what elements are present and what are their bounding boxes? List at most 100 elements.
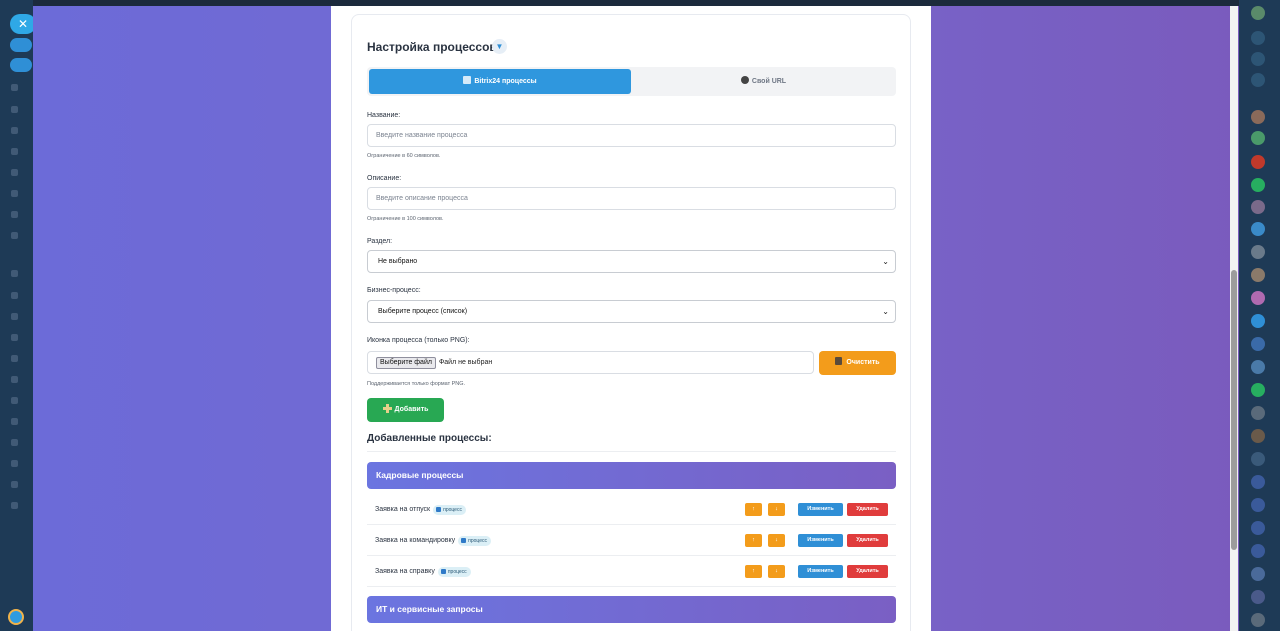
business-process-label: Бизнес-процесс: <box>367 287 421 294</box>
business-process-select[interactable]: Выберите процесс (список) ⌄ <box>367 300 896 323</box>
plus-icon <box>382 404 392 413</box>
avatar[interactable] <box>1251 245 1265 259</box>
sidebar-icon[interactable] <box>11 313 18 320</box>
settings-panel: Настройка процессов ▼ Bitrix24 процессы … <box>331 6 931 631</box>
sidebar-icon[interactable] <box>11 481 18 488</box>
sidebar-icon[interactable] <box>11 127 18 134</box>
name-hint: Ограничение в 60 символов. <box>367 153 441 159</box>
list-item: Заявка на справку процесс ↑ ↓ Изменить Уд… <box>367 556 896 587</box>
avatar[interactable] <box>1251 452 1265 466</box>
sidebar-icon[interactable] <box>11 460 18 467</box>
sidebar-icon[interactable] <box>11 418 18 425</box>
move-down-button[interactable]: ↓ <box>768 565 785 578</box>
sidebar-icon[interactable] <box>11 397 18 404</box>
section-label: Раздел: <box>367 238 393 245</box>
refresh-icon <box>463 76 472 84</box>
avatar[interactable] <box>8 609 24 625</box>
bell-icon[interactable] <box>1251 31 1265 45</box>
avatar[interactable] <box>1251 314 1265 328</box>
move-up-button[interactable]: ↑ <box>745 534 762 547</box>
avatar[interactable] <box>1251 521 1265 535</box>
sidebar-icon[interactable] <box>11 232 18 239</box>
edit-button[interactable]: Изменить <box>798 503 843 516</box>
sidebar-icon[interactable] <box>11 270 18 277</box>
move-up-button[interactable]: ↑ <box>745 565 762 578</box>
list-item: Заявка на отпуск процесс ↑ ↓ Изменить Уда… <box>367 494 896 525</box>
add-button[interactable]: Добавить <box>367 398 444 422</box>
file-status: Файл не выбран <box>438 359 493 366</box>
tab-custom-url[interactable]: Свой URL <box>633 69 894 94</box>
edit-button[interactable]: Изменить <box>798 565 843 578</box>
avatar[interactable] <box>1251 291 1265 305</box>
delete-button[interactable]: Удалить <box>847 534 888 547</box>
avatar[interactable] <box>1251 110 1265 124</box>
description-hint: Ограничение в 100 символов. <box>367 216 444 222</box>
scrollbar-thumb[interactable] <box>1231 270 1237 550</box>
process-badge: процесс <box>458 536 491 546</box>
delete-button[interactable]: Удалить <box>847 565 888 578</box>
clear-button[interactable]: Очистить <box>819 351 896 375</box>
sidebar-icon[interactable] <box>11 211 18 218</box>
avatar[interactable] <box>1251 544 1265 558</box>
chat-icon[interactable] <box>1251 73 1265 87</box>
avatar[interactable] <box>1251 178 1265 192</box>
section-select[interactable]: Не выбрано ⌄ <box>367 250 896 273</box>
group-header-it[interactable]: ИТ и сервисные запросы <box>367 596 896 623</box>
sidebar-icon[interactable] <box>11 292 18 299</box>
sidebar-icon[interactable] <box>11 106 18 113</box>
avatar[interactable] <box>1251 131 1265 145</box>
sidebar-icon[interactable] <box>11 439 18 446</box>
file-input[interactable]: Выберите файл Файл не выбран <box>367 351 814 374</box>
avatar[interactable] <box>1251 498 1265 512</box>
avatar[interactable] <box>1251 475 1265 489</box>
settings-icon[interactable] <box>1251 52 1265 66</box>
file-hint: Поддерживается только формат PNG. <box>367 381 466 387</box>
choose-file-button[interactable]: Выберите файл <box>376 357 436 369</box>
avatar[interactable] <box>1251 590 1265 604</box>
name-input[interactable]: Введите название процесса <box>367 124 896 147</box>
avatar[interactable] <box>1251 200 1265 214</box>
chevron-down-icon: ⌄ <box>882 307 889 316</box>
avatar[interactable] <box>1251 429 1265 443</box>
avatar[interactable] <box>1251 567 1265 581</box>
edit-icon[interactable] <box>10 38 32 52</box>
tab-bitrix24-processes[interactable]: Bitrix24 процессы <box>369 69 631 94</box>
avatar[interactable] <box>1251 6 1265 20</box>
external-link-icon[interactable] <box>10 58 32 72</box>
sidebar-icon[interactable] <box>11 169 18 176</box>
sidebar-icon[interactable] <box>11 376 18 383</box>
sidebar-icon[interactable] <box>11 84 18 91</box>
sidebar-icon[interactable] <box>11 334 18 341</box>
source-tabs: Bitrix24 процессы Свой URL <box>367 67 896 96</box>
sidebar-icon[interactable] <box>11 502 18 509</box>
settings-card: Настройка процессов ▼ Bitrix24 процессы … <box>351 14 911 631</box>
process-icon-label: Иконка процесса (только PNG): <box>367 337 470 344</box>
avatar[interactable] <box>1251 360 1265 374</box>
description-input[interactable]: Введите описание процесса <box>367 187 896 210</box>
avatar[interactable] <box>1251 406 1265 420</box>
move-down-button[interactable]: ↓ <box>768 534 785 547</box>
sidebar-icon[interactable] <box>11 355 18 362</box>
section-title: Настройка процессов <box>367 40 497 54</box>
avatar[interactable] <box>1251 155 1265 169</box>
avatar[interactable] <box>1251 613 1265 627</box>
sidebar-icon[interactable] <box>11 190 18 197</box>
avatar[interactable] <box>1251 222 1265 236</box>
avatar[interactable] <box>1251 337 1265 351</box>
avatar[interactable] <box>1251 383 1265 397</box>
edit-button[interactable]: Изменить <box>798 534 843 547</box>
move-down-button[interactable]: ↓ <box>768 503 785 516</box>
divider <box>367 451 896 452</box>
move-up-button[interactable]: ↑ <box>745 503 762 516</box>
right-rail <box>1239 0 1280 631</box>
added-processes-title: Добавленные процессы: <box>367 433 492 444</box>
collapse-toggle-icon[interactable]: ▼ <box>492 39 507 54</box>
delete-button[interactable]: Удалить <box>847 503 888 516</box>
chevron-down-icon: ⌄ <box>882 257 889 266</box>
list-item: Заявка на командировку процесс ↑ ↓ Измени… <box>367 525 896 556</box>
avatar[interactable] <box>1251 268 1265 282</box>
process-icon <box>440 568 446 574</box>
description-label: Описание: <box>367 175 402 182</box>
sidebar-icon[interactable] <box>11 148 18 155</box>
group-header-hr[interactable]: Кадровые процессы <box>367 462 896 489</box>
